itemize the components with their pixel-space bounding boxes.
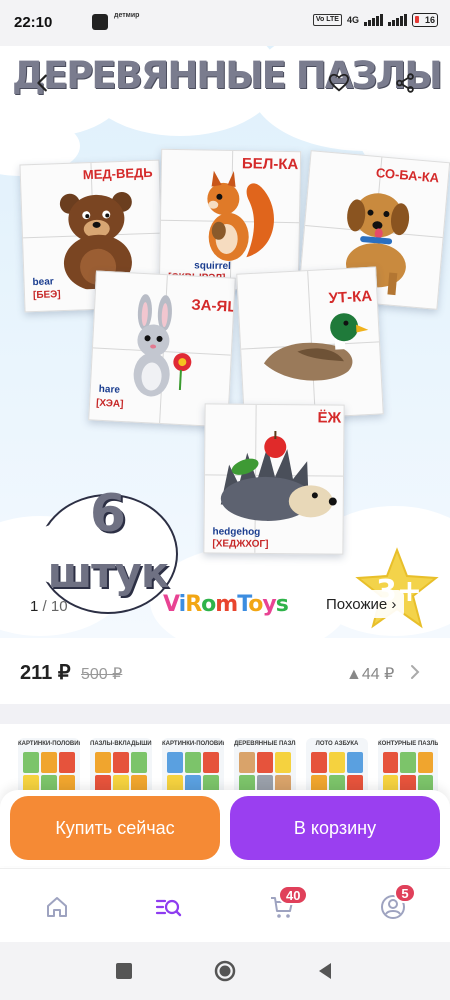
back-arrow-icon xyxy=(37,74,47,92)
hedgehog-illustration xyxy=(220,431,337,521)
gallery-counter: 1 / 10 xyxy=(30,598,68,615)
battery-icon: 16 xyxy=(412,13,438,27)
card-label-ru: ЁЖ xyxy=(317,409,342,427)
buy-now-button[interactable]: Купить сейчас xyxy=(10,796,220,860)
card-label-en: hare xyxy=(98,383,121,396)
thumbnail-title: КОНТУРНЫЕ ПАЗЛЫ «РЕПКА» xyxy=(378,741,438,747)
pieces-count-word: штук xyxy=(47,548,170,597)
age-badge: 3+ xyxy=(354,546,440,632)
square-icon[interactable] xyxy=(113,960,135,982)
card-label-en: hedgehog xyxy=(212,526,261,538)
thumbnail-title: ДЕРЕВЯННЫЕ ПАЗЛЫ «ЖИВОТНЫЕ» xyxy=(234,741,296,747)
card-label-ru: МЕД-ВЕДЬ xyxy=(82,164,153,183)
card-label-en: bear xyxy=(32,276,54,289)
signal-icon xyxy=(364,14,383,26)
card-label-transcription: [ХЕДЖХОГ] xyxy=(212,538,269,550)
home-icon xyxy=(47,897,67,917)
bottom-navigation: 40 5 xyxy=(0,868,450,942)
card-label-ru: УТ-КА xyxy=(328,287,373,307)
tab-home[interactable] xyxy=(37,887,77,927)
system-navigation-bar xyxy=(0,942,450,1000)
add-to-cart-button[interactable]: В корзину xyxy=(230,796,440,860)
cart-count-badge: 40 xyxy=(278,885,309,905)
hare-illustration xyxy=(133,294,192,397)
share-button[interactable] xyxy=(386,64,424,102)
heart-icon xyxy=(328,73,350,92)
card-label-transcription: [БЕЭ] xyxy=(32,289,61,302)
old-price: 500 ₽ xyxy=(81,666,123,683)
thumbnail-title: КАРТИНКИ-ПОЛОВИНКИ «ТРАНСПОРТ» xyxy=(162,741,224,747)
triangle-back-icon[interactable] xyxy=(314,960,336,982)
thumbnail-title: ЛОТО АЗБУКА xyxy=(315,741,359,747)
price-change: ▲44 ₽ xyxy=(346,666,395,683)
app-notification-icon xyxy=(92,14,108,30)
hero-title: ДЕРЕВЯННЫЕ ПАЗЛЫ xyxy=(12,54,443,97)
status-brand: детмир xyxy=(114,12,140,19)
puzzle-card-duck: УТ-КА xyxy=(236,266,384,422)
catalog-search-icon xyxy=(155,899,182,917)
thumbnail-title: ПАЗЛЫ-ВКЛАДЫШИ ИЗ ДЕРЕВА xyxy=(90,741,152,747)
network-type: 4G xyxy=(346,15,359,25)
puzzle-card-squirrel: БЕЛ-КА squirrel [СКВЫРЭЛ] xyxy=(158,148,302,292)
back-button[interactable] xyxy=(24,64,62,102)
gallery-counter-total: 10 xyxy=(50,598,68,615)
status-indicators: Vo LTE 4G 16 xyxy=(312,13,438,27)
brand-logo: ViRomToys xyxy=(163,592,289,617)
price-row[interactable]: 211 ₽ 500 ₽ ▲44 ₽ xyxy=(0,638,450,704)
profile-notification-badge: 5 xyxy=(394,883,416,903)
share-icon xyxy=(396,73,414,93)
squirrel-illustration xyxy=(207,170,274,261)
status-time: 22:10 xyxy=(14,14,53,31)
volte-icon: Vo LTE xyxy=(312,14,342,26)
card-label-ru: СО-БА-КА xyxy=(375,164,440,186)
product-image-gallery[interactable]: ДЕРЕВЯННЫЕ ПАЗЛЫ МЕД-ВЕДЬ bear [БЕЭ] БЕЛ… xyxy=(0,46,450,638)
favorite-button[interactable] xyxy=(320,64,358,102)
card-label-en: squirrel xyxy=(194,260,231,273)
circle-icon[interactable] xyxy=(214,960,236,982)
pieces-count-number: 6 xyxy=(89,484,127,544)
puzzle-card-hedgehog: ЁЖ hedgehog [ХЕДЖХОГ] xyxy=(203,403,345,555)
current-price: 211 ₽ xyxy=(20,662,71,684)
duck-illustration xyxy=(263,313,369,381)
signal-icon-2 xyxy=(388,14,407,26)
status-bar: 22:10 детмир Vo LTE 4G 16 xyxy=(0,0,450,46)
card-label-transcription: [ХЭА] xyxy=(95,397,124,411)
purchase-actions: Купить сейчас В корзину xyxy=(0,790,450,866)
section-divider xyxy=(0,704,450,724)
similar-products-button[interactable]: Похожие › xyxy=(318,590,405,618)
tab-catalog[interactable] xyxy=(148,887,188,927)
chevron-right-icon[interactable] xyxy=(408,662,422,682)
thumbnail-title: КАРТИНКИ-ПОЛОВИНКИ «ОВОЩИ» xyxy=(18,741,80,747)
